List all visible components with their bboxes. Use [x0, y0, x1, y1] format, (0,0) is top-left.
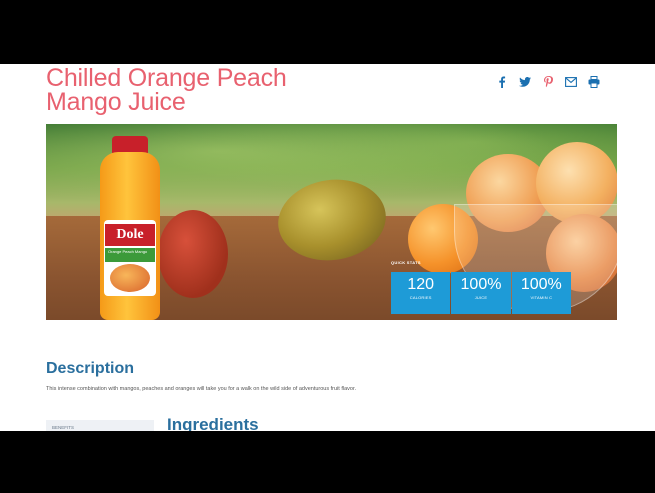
- stat-unit: VITAMIN C: [530, 295, 553, 300]
- description-text: This intense combination with mangos, pe…: [46, 386, 357, 392]
- stat-unit: JUICE: [474, 295, 488, 300]
- info-tabs: BENEFITS: [46, 420, 154, 431]
- quick-stats-list: 120 CALORIES 100% JUICE 100% VITAMIN C: [391, 272, 571, 314]
- print-icon[interactable]: [588, 76, 600, 88]
- video-letterbox-bottom: [0, 431, 655, 493]
- stat-vitamin-c: 100% VITAMIN C: [511, 272, 571, 314]
- mango-left: [158, 210, 228, 298]
- video-letterbox-top: [0, 0, 655, 64]
- tab-benefits[interactable]: BENEFITS: [46, 420, 154, 431]
- description-heading: Description: [46, 360, 135, 377]
- facebook-icon[interactable]: [496, 76, 508, 88]
- title-line-2: Mango Juice: [46, 88, 186, 116]
- flavor-label: Orange Peach Mango: [105, 248, 155, 262]
- label-fruit-image: [110, 264, 150, 292]
- stat-value: 100%: [460, 276, 502, 293]
- stat-calories: 120 CALORIES: [391, 272, 451, 314]
- stat-value: 120: [407, 276, 435, 293]
- juice-bottle: Dole Orange Peach Mango: [96, 136, 162, 320]
- hero-image: Dole Orange Peach Mango QUICK STATS 120 …: [46, 124, 617, 320]
- pinterest-icon[interactable]: [542, 76, 554, 88]
- quick-stats: QUICK STATS 120 CALORIES 100% JUICE 100%…: [391, 260, 571, 314]
- stat-juice: 100% JUICE: [451, 272, 511, 314]
- stat-unit: CALORIES: [409, 295, 432, 300]
- ingredients-heading: Ingredients: [167, 415, 259, 432]
- quick-stats-label: QUICK STATS: [391, 260, 421, 265]
- page-title: Chilled Orange Peach Mango Juice: [46, 66, 376, 116]
- email-icon[interactable]: [565, 76, 577, 88]
- brand-logo: Dole: [105, 224, 155, 246]
- twitter-icon[interactable]: [519, 76, 531, 88]
- product-page: Chilled Orange Peach Mango Juice Dole Or…: [0, 64, 655, 431]
- stat-value: 100%: [520, 276, 562, 293]
- share-toolbar: [496, 76, 600, 88]
